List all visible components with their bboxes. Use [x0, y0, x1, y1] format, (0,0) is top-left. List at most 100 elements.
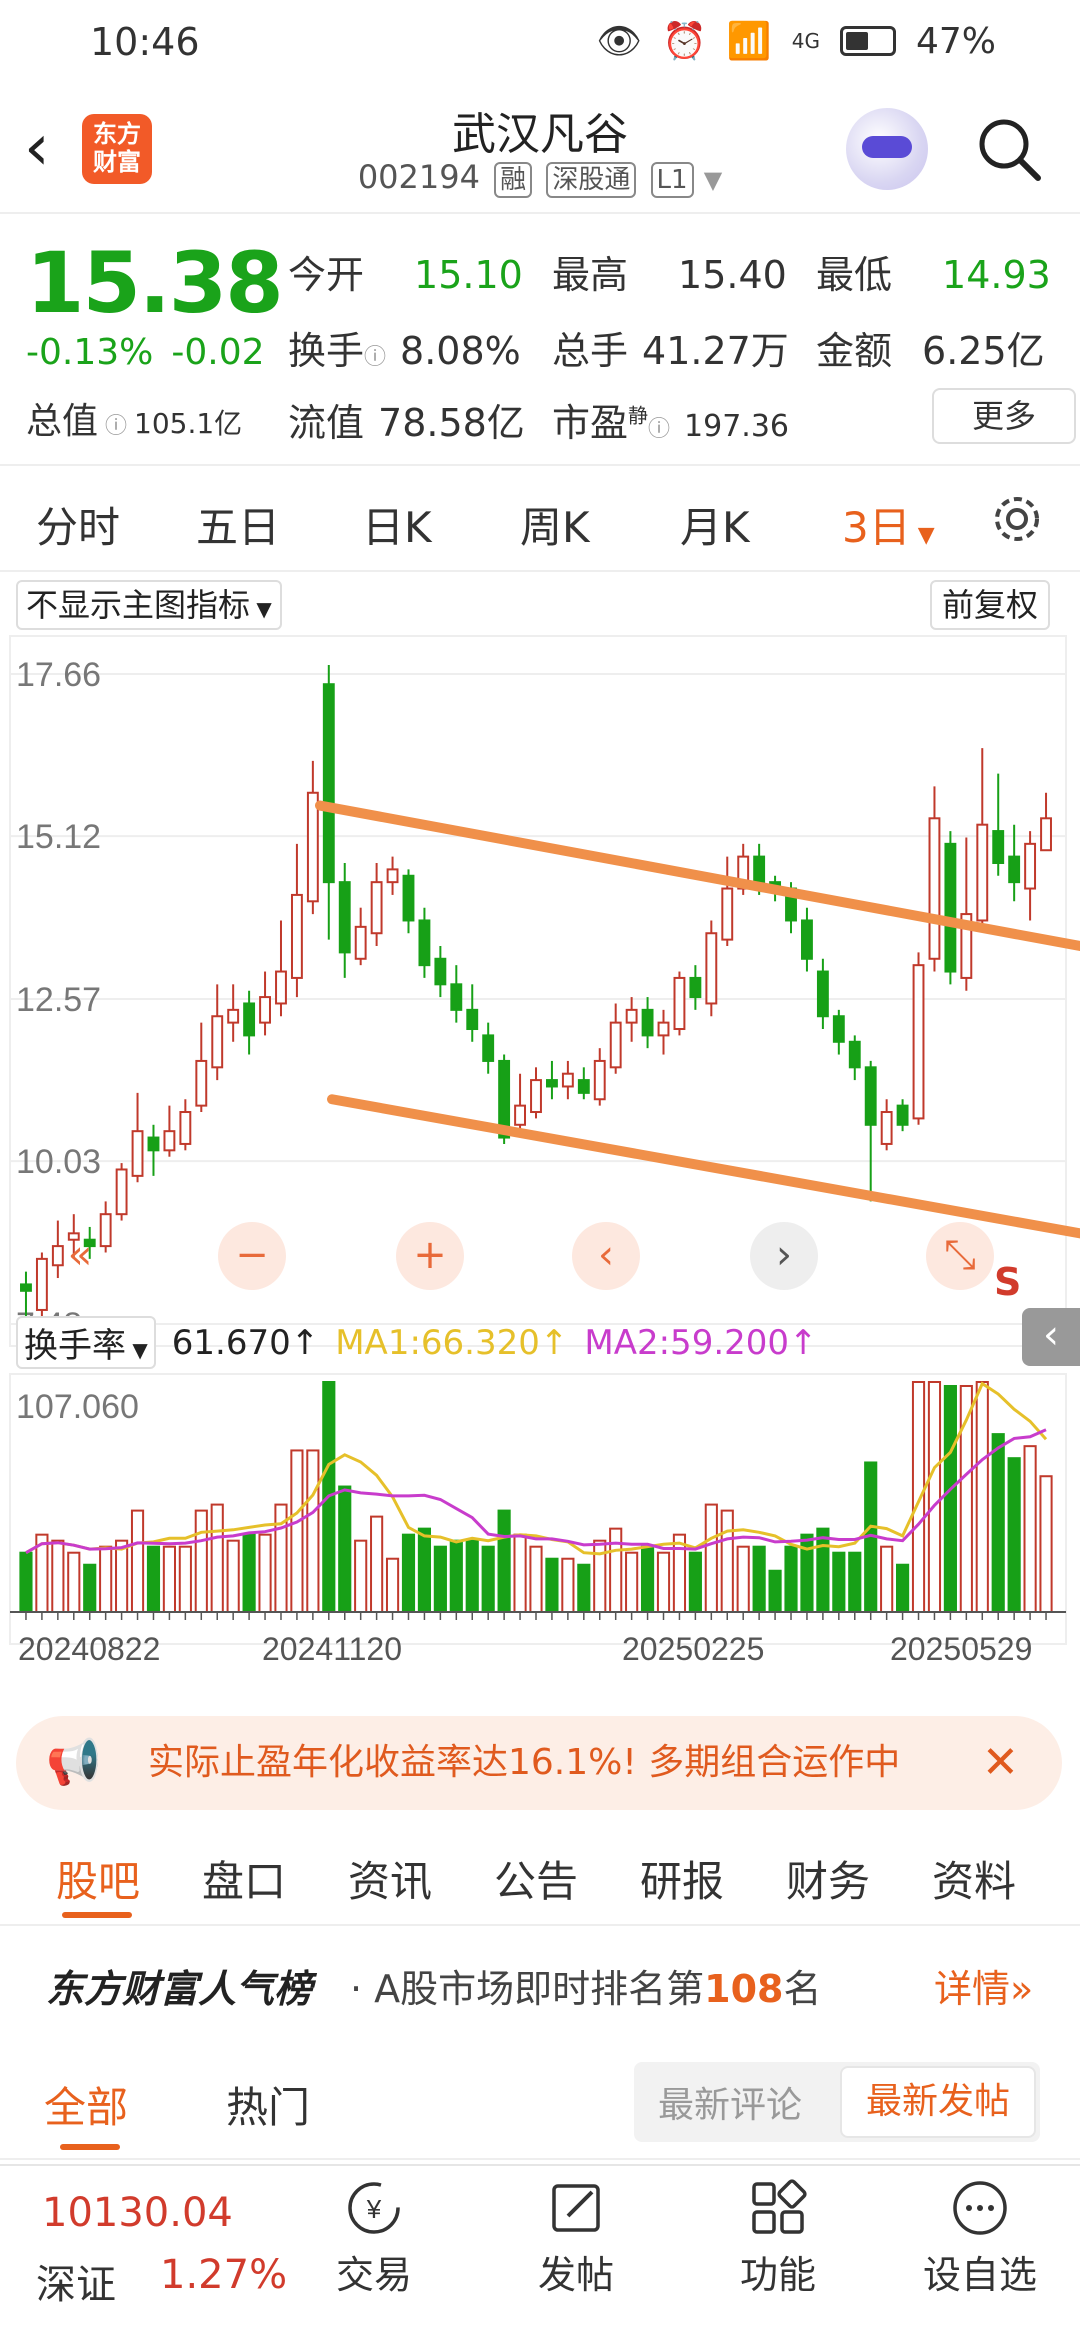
turnover-cell: 换手ⓘ 8.08% — [288, 320, 521, 375]
tab-minute[interactable]: 分时 — [36, 494, 120, 555]
candle-body — [434, 957, 447, 986]
fullscreen-icon[interactable]: ⤡ — [926, 1222, 994, 1290]
filter-hot[interactable]: 热门 — [226, 2074, 310, 2135]
info-icon[interactable]: ⓘ — [98, 414, 134, 439]
candle-body — [641, 1008, 654, 1037]
turnover-bar — [911, 1381, 926, 1613]
turnover-bar — [529, 1545, 543, 1613]
tab-research[interactable]: 研报 — [640, 1848, 724, 1909]
sort-latest-post[interactable]: 最新发帖 — [840, 2066, 1036, 2138]
turnover-bar — [688, 1551, 702, 1613]
turnover-bar — [816, 1527, 830, 1613]
tab-weekly[interactable]: 周K — [520, 494, 590, 555]
candle-body — [705, 932, 718, 1005]
rank-detail-link[interactable]: 详情» — [934, 1958, 1033, 2013]
battery-percent: 47% — [915, 20, 996, 62]
candle-body — [864, 1066, 877, 1126]
open-cell: 今开 15.10 — [288, 244, 523, 299]
candle-body — [848, 1040, 861, 1069]
open-value: 15.10 — [414, 253, 523, 297]
volume-cell: 总手 41.27万 — [552, 320, 789, 375]
rewind-icon[interactable]: « — [46, 1222, 114, 1290]
turnover-bar — [640, 1545, 655, 1613]
turnover-bar — [880, 1545, 894, 1613]
candle-body — [832, 1015, 845, 1043]
candle-body — [609, 1021, 622, 1069]
stock-code: 002194 — [357, 158, 480, 196]
nav-post-label: 发帖 — [537, 2253, 614, 2297]
settings-gear-icon[interactable] — [990, 492, 1044, 546]
adjust-button[interactable]: 前复权 — [930, 580, 1051, 630]
low-label: 最低 — [816, 253, 893, 297]
tab-guba[interactable]: 股吧 — [56, 1848, 140, 1909]
dropdown-icon[interactable]: ▼ — [704, 166, 722, 194]
tab-3day[interactable]: 3日 ▼ — [842, 494, 935, 555]
turnover-bar — [417, 1527, 432, 1613]
candle-body — [944, 842, 957, 973]
turnover-select[interactable]: 换手率 ▼ — [16, 1316, 156, 1369]
candlestick-chart[interactable]: 17.6615.1212.5710.037.48 — [0, 632, 1080, 1362]
x-tick-label: 20250529 — [890, 1631, 1032, 1667]
rank-number: 108 — [704, 1967, 784, 2011]
indicator-select[interactable]: 不显示主图指标 ▼ — [16, 580, 282, 630]
tab-five-day[interactable]: 五日 — [196, 494, 280, 555]
turnover-bar — [545, 1557, 559, 1613]
more-button[interactable]: 更多 — [932, 388, 1076, 444]
tab-monthly[interactable]: 月K — [680, 494, 750, 555]
nav-post[interactable]: 发帖 — [506, 2178, 646, 2299]
zoom-out-button[interactable]: − — [218, 1222, 286, 1290]
turnover-ma-row: 换手率 ▼ 61.670↑ MA1:66.320↑ MA2:59.200↑ — [16, 1316, 818, 1369]
candle-body — [243, 1002, 256, 1037]
close-icon[interactable]: ✕ — [982, 1716, 1019, 1810]
tab-news[interactable]: 资讯 — [348, 1848, 432, 1909]
candle-body — [227, 1008, 240, 1024]
turnover-bar — [752, 1545, 766, 1613]
high-value: 15.40 — [678, 253, 787, 297]
x-tick-label: 20240822 — [18, 1631, 160, 1667]
candle-body — [530, 1079, 542, 1114]
zoom-in-button[interactable]: + — [396, 1222, 464, 1290]
float-value: 78.58亿 — [378, 401, 525, 445]
candle-body — [896, 1104, 909, 1126]
turnover-bar — [625, 1551, 639, 1613]
tag-connect: 深股通 — [546, 162, 637, 198]
candle-body — [450, 983, 463, 1011]
turnover-bar — [162, 1545, 176, 1613]
promo-banner[interactable]: 📢 实际止盈年化收益率达16.1%! 多期组合运作中 ✕ — [16, 1716, 1062, 1810]
pan-right-button[interactable]: › — [750, 1222, 818, 1290]
current-price: 15.38 — [26, 234, 284, 332]
search-icon[interactable] — [976, 116, 1042, 182]
edit-icon — [552, 2184, 600, 2232]
tab-finance[interactable]: 财务 — [786, 1848, 870, 1909]
nav-add-watchlist[interactable]: 设自选 — [910, 2178, 1050, 2299]
assistant-avatar[interactable] — [846, 108, 928, 190]
bottom-nav: 10130.04 深证 1.27% ¥ 交易 发帖 功能 设自选 — [0, 2164, 1080, 2340]
tab-announcements[interactable]: 公告 — [494, 1848, 578, 1909]
info-icon[interactable]: ⓘ — [648, 417, 670, 442]
turnover-chart[interactable]: 107.060 20240822 20241120 20250225 20250529 — [0, 1372, 1080, 1692]
candle-body — [514, 1104, 527, 1126]
candle-body — [275, 970, 287, 1005]
sort-latest-comment[interactable]: 最新评论 — [658, 2076, 802, 2128]
total-value-label: 总值 — [26, 401, 99, 442]
candle-body — [179, 1111, 192, 1145]
ma1-value: MA1:66.320↑ — [335, 1322, 569, 1363]
info-icon[interactable]: ⓘ — [364, 345, 386, 370]
tab-profile[interactable]: 资料 — [932, 1848, 1016, 1909]
nav-functions[interactable]: 功能 — [708, 2178, 848, 2299]
kline-chart-area: 不显示主图指标 ▼ 前复权 17.6615.1212.5710.037.48 −… — [0, 572, 1080, 1702]
y-tick-label: 17.66 — [16, 656, 101, 694]
turnover-bar — [385, 1557, 400, 1613]
collapse-panel-icon[interactable]: ‹ — [1022, 1308, 1080, 1366]
popularity-rank[interactable]: 东方财富人气榜 · A股市场即时排名第108名 详情» — [0, 1930, 1080, 2050]
megaphone-icon: 📢 — [46, 1737, 101, 1788]
tab-daily[interactable]: 日K — [362, 494, 432, 555]
turnover-bar — [593, 1539, 607, 1613]
turnover-bar — [768, 1569, 782, 1614]
tab-pankou[interactable]: 盘口 — [202, 1848, 286, 1909]
pan-left-button[interactable]: ‹ — [572, 1222, 640, 1290]
amount-label: 金额 — [816, 329, 893, 373]
nav-trade[interactable]: ¥ 交易 — [304, 2178, 444, 2299]
turnover-bar — [290, 1449, 304, 1614]
filter-all[interactable]: 全部 — [44, 2074, 128, 2135]
